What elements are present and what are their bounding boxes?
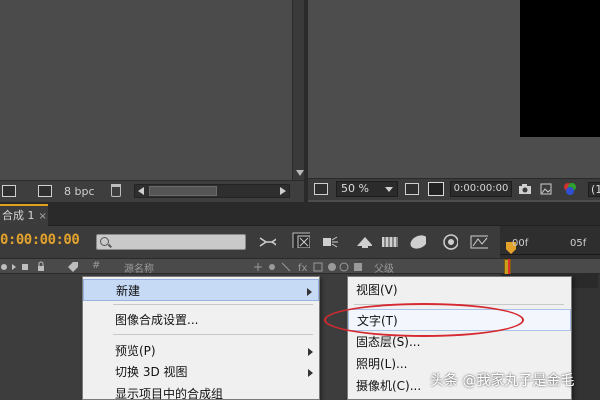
column-source-name[interactable]: 源名称 bbox=[124, 260, 154, 275]
menu-item-label: 摄像机(C)... bbox=[356, 379, 422, 393]
menu-item-reveal-composition[interactable]: 显示项目中的合成组 bbox=[83, 383, 319, 400]
magnification-dropdown[interactable]: 50 % bbox=[336, 181, 398, 197]
menu-item-preview[interactable]: 预览(P) bbox=[83, 340, 319, 362]
menu-item-label: 照明(L)... bbox=[356, 357, 408, 371]
menu-item-label: 新建 bbox=[116, 284, 141, 298]
close-icon[interactable]: × bbox=[39, 211, 47, 222]
label-tag-icon[interactable] bbox=[66, 261, 80, 273]
composition-canvas[interactable] bbox=[520, 0, 600, 137]
menu-item-label: 图像合成设置... bbox=[115, 313, 199, 327]
graph-editor-icon[interactable] bbox=[470, 234, 488, 250]
menu-item-label: 视图(V) bbox=[356, 283, 398, 297]
show-snapshot-icon[interactable] bbox=[540, 183, 552, 195]
new-composition-icon[interactable] bbox=[38, 185, 52, 197]
viewer-toolbar: 50 % 0:00:00:00 (1 bbox=[308, 178, 600, 200]
project-panel: 8 bpc bbox=[0, 0, 306, 202]
project-bottom-bar: 8 bpc bbox=[0, 180, 306, 202]
menu-separator bbox=[113, 304, 313, 305]
menu-item-label: 切换 3D 视图 bbox=[115, 365, 188, 379]
motion-blur-icon[interactable] bbox=[380, 234, 398, 250]
draft-3d-icon[interactable] bbox=[292, 232, 310, 248]
scroll-left-arrow-icon[interactable] bbox=[138, 187, 144, 195]
ruler-tick: 00f bbox=[512, 238, 529, 249]
resolution-dropdown[interactable]: (1 bbox=[588, 182, 600, 197]
viewer-timecode[interactable]: 0:00:00:00 bbox=[450, 181, 512, 197]
folder-icon[interactable] bbox=[2, 185, 16, 197]
zoom-value: 50 % bbox=[341, 182, 369, 195]
time-ruler[interactable]: 00f 05f bbox=[500, 226, 600, 258]
menu-item-new[interactable]: 新建 bbox=[83, 279, 319, 301]
hide-shy-layers-icon[interactable] bbox=[320, 234, 338, 250]
ruler-tick: 05f bbox=[570, 238, 587, 249]
tab-label: 合成 1 bbox=[2, 209, 35, 222]
composition-viewer: 50 % 0:00:00:00 (1 bbox=[308, 0, 600, 202]
scroll-down-arrow-icon[interactable] bbox=[296, 170, 304, 176]
menu-item-switch-3d-view[interactable]: 切换 3D 视图 bbox=[83, 361, 319, 383]
menu-item-label: 固态层(S)... bbox=[356, 335, 421, 349]
current-time-indicator[interactable] bbox=[508, 259, 510, 275]
scroll-right-arrow-icon[interactable] bbox=[280, 187, 286, 195]
bit-depth-label[interactable]: 8 bpc bbox=[64, 185, 95, 198]
layer-search-input[interactable] bbox=[96, 234, 246, 250]
menu-separator bbox=[113, 334, 313, 335]
context-menu: 新建 图像合成设置... 预览(P) 切换 3D 视图 显示项目中的合成组 bbox=[82, 276, 320, 400]
resolution-grid-icon[interactable] bbox=[405, 183, 419, 195]
submenu-arrow-icon bbox=[308, 369, 313, 377]
watermark: 头条 @我家丸子是金毛 bbox=[430, 373, 575, 389]
submenu-arrow-icon bbox=[307, 288, 312, 296]
camera-snapshot-icon[interactable] bbox=[518, 183, 532, 195]
brainstorm-icon[interactable] bbox=[408, 234, 426, 250]
red-highlight-ellipse bbox=[324, 303, 524, 337]
timeline-tab-row: 合成 1 × bbox=[0, 202, 600, 226]
column-parent[interactable]: 父级 bbox=[374, 260, 394, 275]
layer-column-header: # 源名称 fx 父级 bbox=[0, 258, 600, 275]
rgb-channels-icon[interactable] bbox=[562, 181, 578, 197]
chevron-down-icon bbox=[385, 187, 393, 192]
layer-switches-icons[interactable]: fx bbox=[252, 261, 372, 273]
frame-blending-icon[interactable] bbox=[354, 234, 372, 250]
region-of-interest-icon[interactable] bbox=[428, 182, 444, 196]
column-number: # bbox=[92, 260, 101, 271]
submenu-arrow-icon bbox=[308, 348, 313, 356]
timeline-controls: 0:00:00:00 bbox=[0, 226, 500, 258]
scroll-thumb[interactable] bbox=[149, 186, 217, 196]
ruler-baseline bbox=[500, 254, 600, 255]
current-time-display[interactable]: 0:00:00:00 bbox=[0, 232, 80, 248]
menu-item-label: 预览(P) bbox=[115, 344, 156, 358]
mini-flowchart-icon[interactable] bbox=[258, 234, 276, 250]
always-preview-icon[interactable] bbox=[314, 183, 328, 195]
svg-text:fx: fx bbox=[298, 263, 308, 273]
trash-icon[interactable] bbox=[111, 184, 121, 197]
menu-item-label: 显示项目中的合成组 bbox=[115, 387, 224, 400]
submenu-item-viewer[interactable]: 视图(V) bbox=[348, 279, 571, 301]
auto-keyframe-icon[interactable] bbox=[440, 234, 458, 250]
tab-composition-1[interactable]: 合成 1 × bbox=[0, 204, 48, 226]
project-horizontal-scrollbar[interactable] bbox=[134, 184, 290, 198]
menu-item-composition-settings[interactable]: 图像合成设置... bbox=[83, 309, 319, 331]
search-icon bbox=[100, 237, 109, 246]
av-features-icons[interactable] bbox=[0, 261, 50, 273]
